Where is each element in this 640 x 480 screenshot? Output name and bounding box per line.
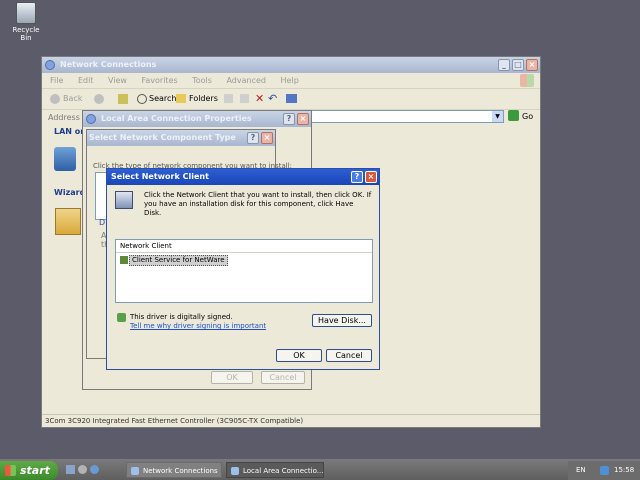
new-connection-wizard-icon[interactable] [55, 208, 81, 235]
signed-driver-text: This driver is digitally signed. [130, 313, 233, 321]
internet-explorer-icon[interactable] [90, 465, 99, 474]
component-close-button[interactable]: × [261, 132, 273, 144]
windows-logo-icon [520, 74, 534, 87]
back-arrow-icon [50, 94, 60, 104]
clock[interactable]: 15:58 [614, 461, 634, 480]
back-button[interactable]: Back [63, 94, 82, 103]
lac-properties-title: Local Area Connection Properties [101, 114, 252, 123]
taskbar-network-connections[interactable]: Network Connections [126, 462, 222, 478]
network-connections-task-icon [131, 467, 139, 475]
lac-close-button[interactable]: × [297, 113, 309, 125]
ok-button[interactable]: OK [276, 349, 322, 362]
select-network-client-dialog: Select Network Client ? × Click the Netw… [106, 168, 380, 370]
sidebar-wizard-label: Wizard [54, 188, 86, 197]
delete-icon[interactable]: ✕ [255, 92, 264, 105]
driver-signing-link[interactable]: Tell me why driver signing is important [130, 322, 266, 330]
cancel-button[interactable]: Cancel [326, 349, 372, 362]
menu-advanced[interactable]: Advanced [226, 76, 266, 85]
start-button[interactable]: start [0, 461, 58, 480]
menu-favorites[interactable]: Favorites [142, 76, 178, 85]
search-icon [137, 94, 147, 104]
language-indicator[interactable]: EN [576, 461, 586, 480]
media-player-icon[interactable] [78, 465, 87, 474]
menu-bar: File Edit View Favorites Tools Advanced … [50, 76, 520, 87]
menu-help[interactable]: Help [281, 76, 299, 85]
address-dropdown-icon[interactable]: ▼ [492, 111, 503, 122]
menu-file[interactable]: File [50, 76, 63, 85]
select-client-instructions: Click the Network Client that you want t… [144, 191, 372, 217]
have-disk-button[interactable]: Have Disk... [312, 314, 372, 327]
list-item[interactable]: Client Service for NetWare [116, 255, 372, 266]
menu-view[interactable]: View [108, 76, 127, 85]
netware-client-icon [120, 256, 128, 264]
select-client-title: Select Network Client [111, 172, 209, 181]
copy-to-icon[interactable] [240, 94, 249, 103]
search-button[interactable]: Search [149, 94, 176, 103]
go-button[interactable]: Go [522, 112, 533, 121]
go-arrow-icon[interactable] [508, 110, 519, 121]
select-client-close-button[interactable]: × [365, 171, 377, 183]
status-text: 3Com 3C920 Integrated Fast Ethernet Cont… [45, 417, 304, 425]
network-connections-titlebar[interactable]: Network Connections _ □ × [42, 57, 540, 73]
forward-arrow-icon[interactable] [94, 94, 104, 104]
menu-tools[interactable]: Tools [192, 76, 212, 85]
move-to-icon[interactable] [224, 94, 233, 103]
windows-flag-icon [5, 465, 16, 476]
component-help-button[interactable]: ? [247, 132, 259, 144]
toolbar: Back Search Folders ✕ ↶ [42, 88, 540, 110]
taskbar-local-area-connection-label: Local Area Connectio... [243, 467, 324, 475]
recycle-bin-desktop-icon[interactable]: Recycle Bin [6, 2, 46, 42]
start-label: start [20, 464, 50, 477]
lac-properties-icon [86, 114, 96, 124]
select-client-titlebar[interactable]: Select Network Client ? × [107, 169, 379, 185]
component-desc-fragment-d: D [99, 218, 106, 227]
quick-launch [66, 464, 102, 476]
maximize-button[interactable]: □ [512, 59, 524, 71]
component-type-titlebar[interactable]: Select Network Component Type ? × [87, 130, 275, 146]
local-area-connection-task-icon [231, 467, 239, 475]
up-folder-icon[interactable] [118, 94, 128, 104]
lac-cancel-button[interactable]: Cancel [261, 371, 305, 384]
show-desktop-icon[interactable] [66, 465, 75, 474]
minimize-button[interactable]: _ [498, 59, 510, 71]
recycle-bin-icon [16, 2, 36, 24]
network-connection-icon[interactable] [54, 147, 76, 171]
lac-help-button[interactable]: ? [283, 113, 295, 125]
lac-ok-button[interactable]: OK [211, 371, 253, 384]
lac-properties-titlebar[interactable]: Local Area Connection Properties ? × [83, 111, 311, 127]
select-client-help-button[interactable]: ? [351, 171, 363, 183]
taskbar-local-area-connection[interactable]: Local Area Connectio... [226, 462, 324, 478]
recycle-bin-label: Recycle Bin [12, 26, 40, 42]
status-bar: 3Com 3C920 Integrated Fast Ethernet Cont… [42, 414, 540, 428]
taskbar-network-connections-label: Network Connections [143, 467, 218, 475]
network-card-icon [115, 191, 133, 209]
close-button[interactable]: × [526, 59, 538, 71]
component-type-title: Select Network Component Type [89, 133, 236, 142]
undo-icon[interactable]: ↶ [268, 92, 277, 105]
folders-button[interactable]: Folders [189, 94, 218, 103]
address-label: Address [48, 113, 80, 122]
menu-edit[interactable]: Edit [78, 76, 94, 85]
network-client-list-header: Network Client [116, 240, 372, 253]
digital-signature-icon [117, 313, 126, 322]
window-title: Network Connections [60, 60, 157, 69]
netware-client-label: Client Service for NetWare [129, 255, 228, 266]
network-tray-icon[interactable] [600, 466, 609, 475]
network-connections-icon [45, 60, 55, 70]
system-tray: EN 15:58 [568, 461, 640, 480]
network-client-list[interactable]: Network Client Client Service for NetWar… [115, 239, 373, 303]
folders-icon [176, 94, 186, 103]
views-icon[interactable] [286, 94, 297, 103]
